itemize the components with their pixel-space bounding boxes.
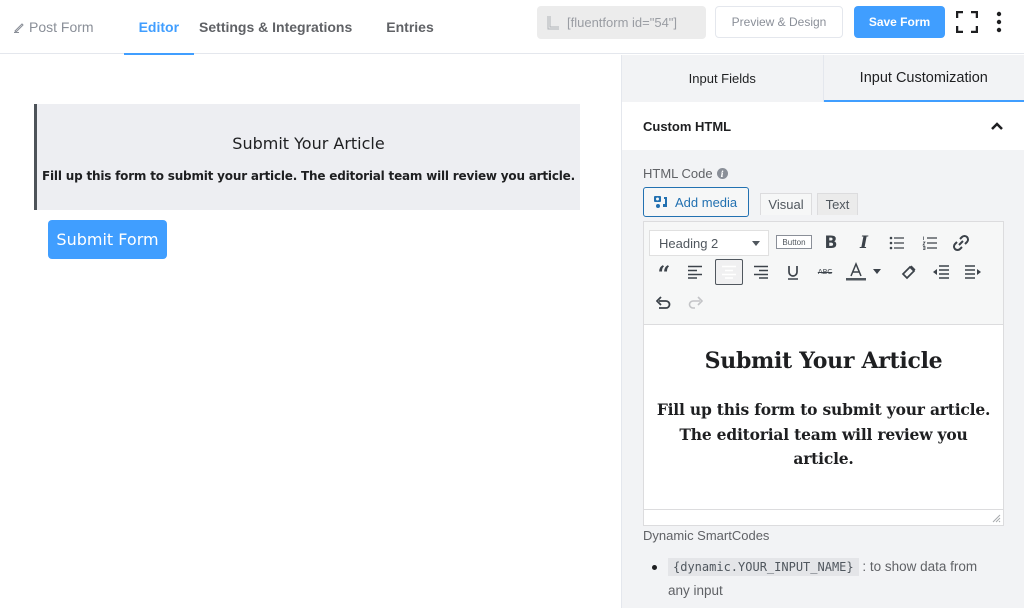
underline-icon[interactable] xyxy=(782,261,804,283)
nav-entries[interactable]: Entries xyxy=(386,0,433,54)
shortcode-copy[interactable]: [fluentform id="54"] xyxy=(537,6,706,39)
align-left-icon[interactable] xyxy=(684,261,706,283)
editor-statusbar xyxy=(644,509,1003,525)
save-form-button[interactable]: Save Form xyxy=(854,6,945,38)
settings-panel: Input Fields Input Customization Custom … xyxy=(621,55,1024,608)
pen-icon xyxy=(14,23,24,33)
nav-editor[interactable]: Editor xyxy=(123,0,195,55)
nav-settings-integrations[interactable]: Settings & Integrations xyxy=(199,0,352,54)
main-nav: Post Form Editor Settings & Integrations… xyxy=(0,0,434,55)
media-icon xyxy=(654,196,667,208)
italic-icon[interactable]: I xyxy=(853,232,875,254)
align-right-icon[interactable] xyxy=(750,261,772,283)
section-title: Custom HTML xyxy=(643,118,732,134)
submit-form-button[interactable]: Submit Form xyxy=(48,220,167,259)
nav-post-form-label: Post Form xyxy=(29,19,94,35)
custom-html-block[interactable]: Submit Your Article Fill up this form to… xyxy=(34,104,580,210)
form-canvas: Submit Your Article Fill up this form to… xyxy=(0,55,621,608)
panel-tabs: Input Fields Input Customization xyxy=(622,55,1024,102)
redo-icon[interactable] xyxy=(684,292,706,314)
strikethrough-icon[interactable]: ABC xyxy=(814,261,836,283)
bullet-list-icon[interactable] xyxy=(886,232,908,254)
editor-content[interactable]: Submit Your Article Fill up this form to… xyxy=(644,326,1003,506)
editor-toolbar: Heading 2 Button B I “ ABC xyxy=(644,222,1003,325)
nav-post-form[interactable]: Post Form xyxy=(13,0,94,54)
html-code-label: HTML Code i xyxy=(643,166,728,181)
custom-html-section-header[interactable]: Custom HTML xyxy=(622,102,1024,150)
tab-visual[interactable]: Visual xyxy=(760,193,812,215)
tab-text[interactable]: Text xyxy=(817,193,858,215)
undo-icon[interactable] xyxy=(653,292,675,314)
add-media-button[interactable]: Add media xyxy=(643,187,749,217)
link-icon[interactable] xyxy=(950,232,972,254)
bold-icon[interactable]: B xyxy=(820,232,842,254)
chevron-down-icon xyxy=(752,241,760,246)
html-block-title: Submit Your Article xyxy=(232,134,385,153)
add-media-label: Add media xyxy=(675,194,738,210)
resize-handle-icon[interactable] xyxy=(992,514,1001,523)
text-color-dropdown-icon[interactable] xyxy=(870,261,884,283)
smartcode-code: {dynamic.YOUR_INPUT_NAME} xyxy=(668,558,859,576)
smartcodes-label: Dynamic SmartCodes xyxy=(643,528,770,543)
indent-icon[interactable] xyxy=(962,261,984,283)
format-select[interactable]: Heading 2 xyxy=(649,230,769,256)
outdent-icon[interactable] xyxy=(930,261,952,283)
tab-input-customization[interactable]: Input Customization xyxy=(823,55,1024,102)
content-paragraph: Fill up this form to submit your article… xyxy=(656,400,991,468)
content-heading: Submit Your Article xyxy=(704,348,943,374)
clear-formatting-icon[interactable] xyxy=(898,261,920,283)
smartcode-item: {dynamic.YOUR_INPUT_NAME} : to show data… xyxy=(652,555,1002,602)
copy-icon xyxy=(547,15,559,29)
tab-input-fields[interactable]: Input Fields xyxy=(622,55,824,102)
more-options-icon[interactable] xyxy=(994,11,1004,33)
smartcodes-list: {dynamic.YOUR_INPUT_NAME} : to show data… xyxy=(652,555,1002,602)
preview-design-button[interactable]: Preview & Design xyxy=(715,6,843,38)
rich-text-editor: Heading 2 Button B I “ ABC Submit Your A… xyxy=(643,221,1004,526)
html-code-label-text: HTML Code xyxy=(643,166,713,181)
nav-settings-label: Settings & Integrations xyxy=(199,19,353,35)
nav-editor-label: Editor xyxy=(138,19,180,35)
button-insert[interactable]: Button xyxy=(776,235,812,249)
format-select-value: Heading 2 xyxy=(659,235,719,251)
align-center-icon[interactable] xyxy=(715,259,743,285)
shortcode-text: [fluentform id="54"] xyxy=(567,15,678,30)
html-block-text: Fill up this form to submit your article… xyxy=(42,169,575,183)
nav-entries-label: Entries xyxy=(386,19,434,35)
numbered-list-icon[interactable] xyxy=(919,232,941,254)
fullscreen-icon[interactable] xyxy=(956,11,978,33)
top-bar: Post Form Editor Settings & Integrations… xyxy=(0,0,1024,55)
text-color-icon[interactable] xyxy=(845,261,867,283)
blockquote-icon[interactable]: “ xyxy=(653,261,675,286)
chevron-up-icon[interactable] xyxy=(990,121,1004,131)
info-icon[interactable]: i xyxy=(716,168,728,179)
